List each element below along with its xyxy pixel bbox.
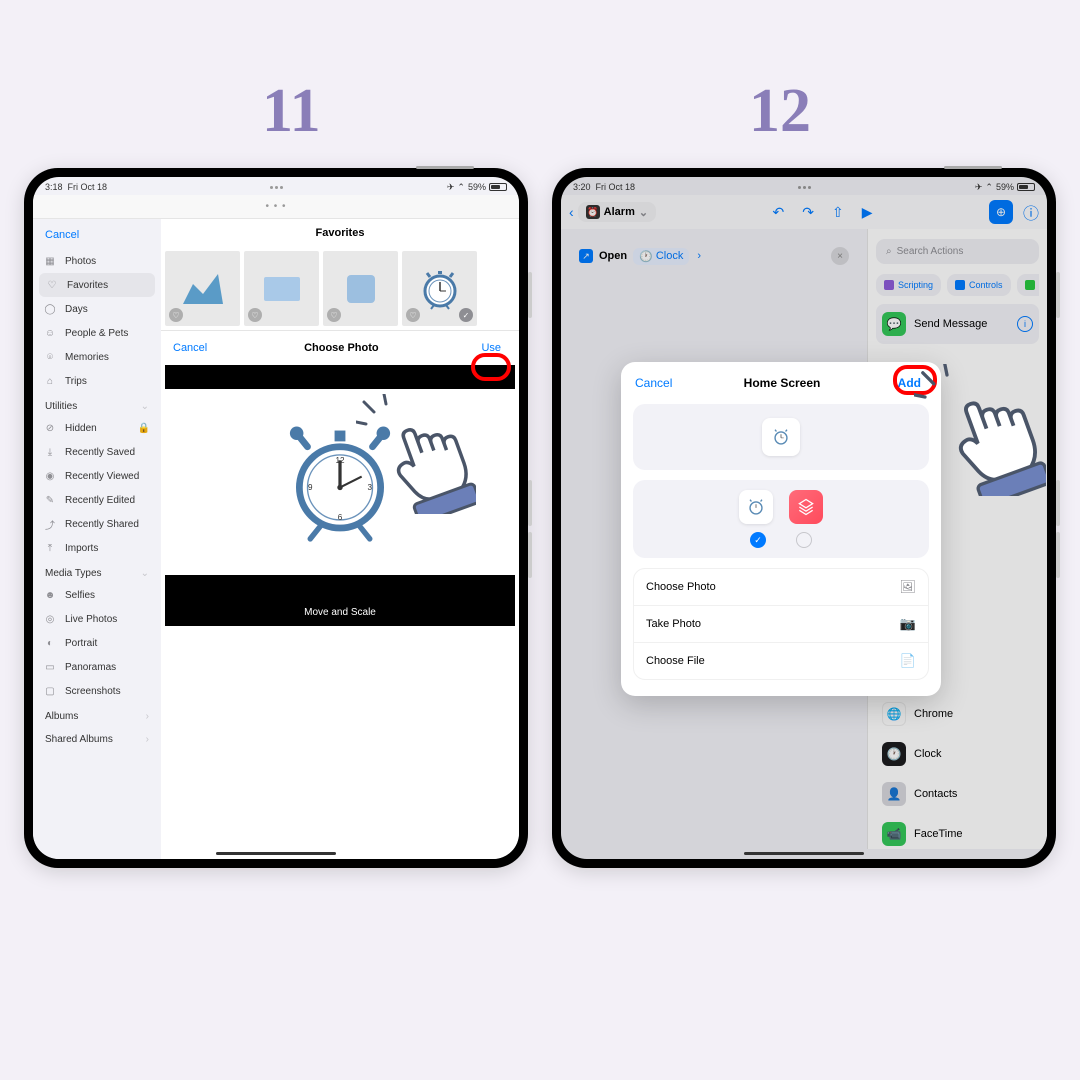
click-indicator-icon — [914, 364, 1046, 496]
sidebar-item-shared[interactable]: ⤴Recently Shared — [33, 512, 161, 536]
choose-file-action[interactable]: Choose File📄 — [634, 643, 928, 679]
alarm-clock-icon — [770, 426, 792, 448]
modal-cancel-button[interactable]: Cancel — [635, 376, 672, 390]
alarm-clock-icon — [416, 265, 464, 313]
photo-thumb[interactable]: ♡ — [244, 251, 319, 326]
sidebar-item-screenshots[interactable]: ▢Screenshots — [33, 679, 161, 703]
sidebar-item-saved[interactable]: ⤓Recently Saved — [33, 440, 161, 464]
svg-text:6: 6 — [338, 513, 343, 522]
edited-icon: ✎ — [43, 493, 57, 507]
imports-icon: ⤒ — [43, 541, 57, 555]
ipad-device-12: 3:20 Fri Oct 18 ✈⌃59% ‹ ⏰Alarm⌄ ↶ ↷ ⇧ ▶ … — [552, 168, 1056, 868]
radio-selected[interactable]: ✓ — [750, 532, 766, 548]
move-scale-label: Move and Scale — [165, 599, 515, 626]
sidebar-shared-albums[interactable]: Shared Albums› — [33, 726, 161, 749]
calendar-icon: ◯ — [43, 302, 57, 316]
live-icon: ◎ — [43, 612, 57, 626]
svg-text:9: 9 — [308, 483, 313, 492]
modal-title: Home Screen — [744, 376, 821, 390]
people-icon: ☺ — [43, 326, 57, 340]
click-indicator-icon — [356, 394, 476, 514]
heart-icon: ♡ — [169, 308, 183, 322]
camera-icon: 📷 — [900, 616, 916, 632]
ipad-device-11: 3:18 Fri Oct 18 ✈⌃59% • • • Cancel ▦Phot… — [24, 168, 528, 868]
sidebar-item-edited[interactable]: ✎Recently Edited — [33, 488, 161, 512]
step-number-11: 11 — [262, 76, 321, 147]
home-indicator[interactable] — [744, 852, 864, 855]
icon-option-shortcut[interactable] — [789, 490, 823, 524]
sidebar-item-people[interactable]: ☺People & Pets — [33, 321, 161, 345]
lock-icon: 🔒 — [137, 421, 151, 435]
sidebar-item-days[interactable]: ◯Days — [33, 297, 161, 321]
file-icon: 📄 — [900, 653, 916, 669]
panorama-icon: ▭ — [43, 660, 57, 674]
portrait-icon: ◐ — [43, 636, 57, 650]
check-icon: ✓ — [459, 308, 473, 322]
choose-cancel-button[interactable]: Cancel — [173, 342, 207, 354]
icon-preview-panel — [633, 404, 929, 470]
sidebar-item-favorites[interactable]: ♡Favorites — [39, 273, 155, 297]
selfies-icon: ☻ — [43, 588, 57, 602]
home-indicator[interactable] — [216, 852, 336, 855]
take-photo-action[interactable]: Take Photo📷 — [634, 606, 928, 643]
hidden-icon: ⊘ — [43, 421, 57, 435]
memories-icon: ⌾ — [43, 350, 57, 364]
photos-sidebar: Cancel ▦Photos ♡Favorites ◯Days ☺People … — [33, 219, 161, 859]
sidebar-item-panoramas[interactable]: ▭Panoramas — [33, 655, 161, 679]
viewed-icon: ◉ — [43, 469, 57, 483]
status-bar: 3:18 Fri Oct 18 ✈⌃59% — [33, 177, 519, 195]
shared-icon: ⤴ — [43, 517, 57, 531]
sidebar-item-livephotos[interactable]: ◎Live Photos — [33, 607, 161, 631]
sidebar-item-viewed[interactable]: ◉Recently Viewed — [33, 464, 161, 488]
photo-icon: 🖼 — [899, 579, 916, 595]
photos-icon: ▦ — [43, 254, 57, 268]
photo-thumb[interactable]: ♡ — [323, 251, 398, 326]
content-title: Favorites — [161, 219, 519, 247]
sidebar-item-imports[interactable]: ⤒Imports — [33, 536, 161, 560]
radio-unselected[interactable] — [796, 532, 812, 548]
heart-icon: ♡ — [45, 278, 59, 292]
sidebar-item-memories[interactable]: ⌾Memories — [33, 345, 161, 369]
home-screen-modal: Cancel Home Screen Add ✓ — [621, 362, 941, 696]
trips-icon: ⌂ — [43, 374, 57, 388]
photo-thumb[interactable]: ♡ — [165, 251, 240, 326]
choose-photo-action[interactable]: Choose Photo🖼 — [634, 569, 928, 606]
icon-option-photo[interactable] — [739, 490, 773, 524]
saved-icon: ⤓ — [43, 445, 57, 459]
step-number-12: 12 — [749, 76, 811, 147]
sidebar-item-selfies[interactable]: ☻Selfies — [33, 583, 161, 607]
choose-title: Choose Photo — [304, 342, 379, 354]
highlight-ring — [471, 353, 511, 381]
chevron-right-icon: › — [146, 711, 149, 722]
sidebar-item-photos[interactable]: ▦Photos — [33, 249, 161, 273]
sidebar-item-hidden[interactable]: ⊘Hidden🔒 — [33, 416, 161, 440]
sidebar-albums[interactable]: Albums› — [33, 703, 161, 726]
sidebar-item-portrait[interactable]: ◐Portrait — [33, 631, 161, 655]
cancel-button[interactable]: Cancel — [33, 225, 161, 249]
screenshot-icon: ▢ — [43, 684, 57, 698]
photo-thumb[interactable]: ♡✓ — [402, 251, 477, 326]
sidebar-item-trips[interactable]: ⌂Trips — [33, 369, 161, 393]
chevron-down-icon: ⌄ — [141, 401, 149, 412]
